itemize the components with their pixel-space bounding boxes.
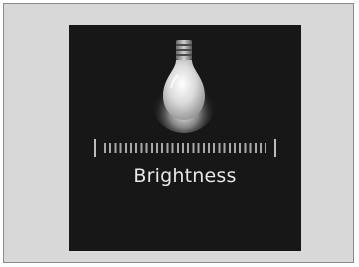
slider-max-marker <box>274 139 276 157</box>
light-bulb-icon <box>151 40 217 133</box>
slider-ticks <box>104 143 266 153</box>
slider-min-marker <box>94 139 96 157</box>
brightness-slider[interactable] <box>94 139 276 157</box>
figure-frame: Brightness <box>3 3 354 263</box>
brightness-label: Brightness <box>133 165 237 187</box>
brightness-screen: Brightness <box>69 25 301 251</box>
